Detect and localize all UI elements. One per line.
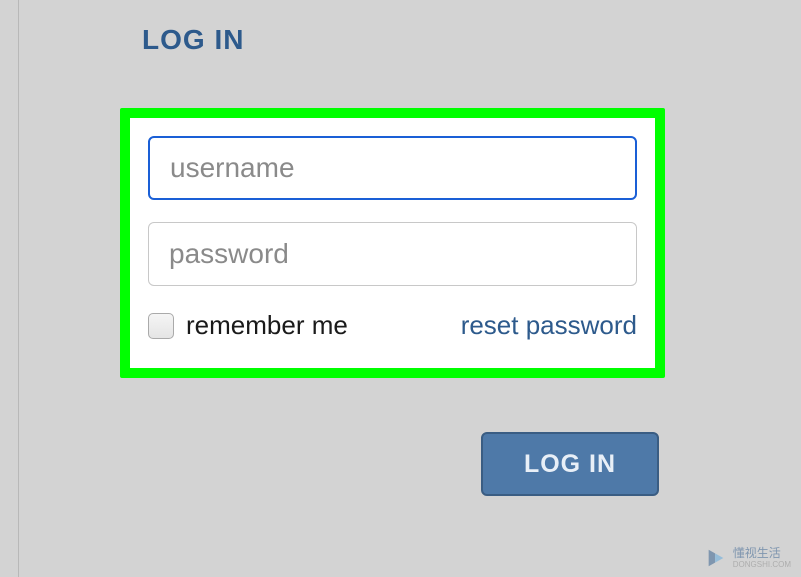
form-options-row: remember me reset password <box>148 310 637 341</box>
username-input[interactable] <box>148 136 637 200</box>
page-title: LOG IN <box>142 24 244 56</box>
password-input[interactable] <box>148 222 637 286</box>
watermark-subtext: DONGSHI.COM <box>733 560 791 569</box>
remember-me-label: remember me <box>186 310 348 341</box>
watermark: 懂视生活 DONGSHI.COM <box>705 547 791 569</box>
play-icon <box>705 547 727 569</box>
watermark-text: 懂视生活 <box>733 547 791 560</box>
watermark-text-group: 懂视生活 DONGSHI.COM <box>733 547 791 569</box>
vertical-divider <box>18 0 19 577</box>
login-form-panel: remember me reset password <box>130 118 655 368</box>
remember-me-group: remember me <box>148 310 348 341</box>
remember-me-checkbox[interactable] <box>148 313 174 339</box>
login-button[interactable]: LOG IN <box>481 432 659 496</box>
reset-password-link[interactable]: reset password <box>461 310 637 341</box>
